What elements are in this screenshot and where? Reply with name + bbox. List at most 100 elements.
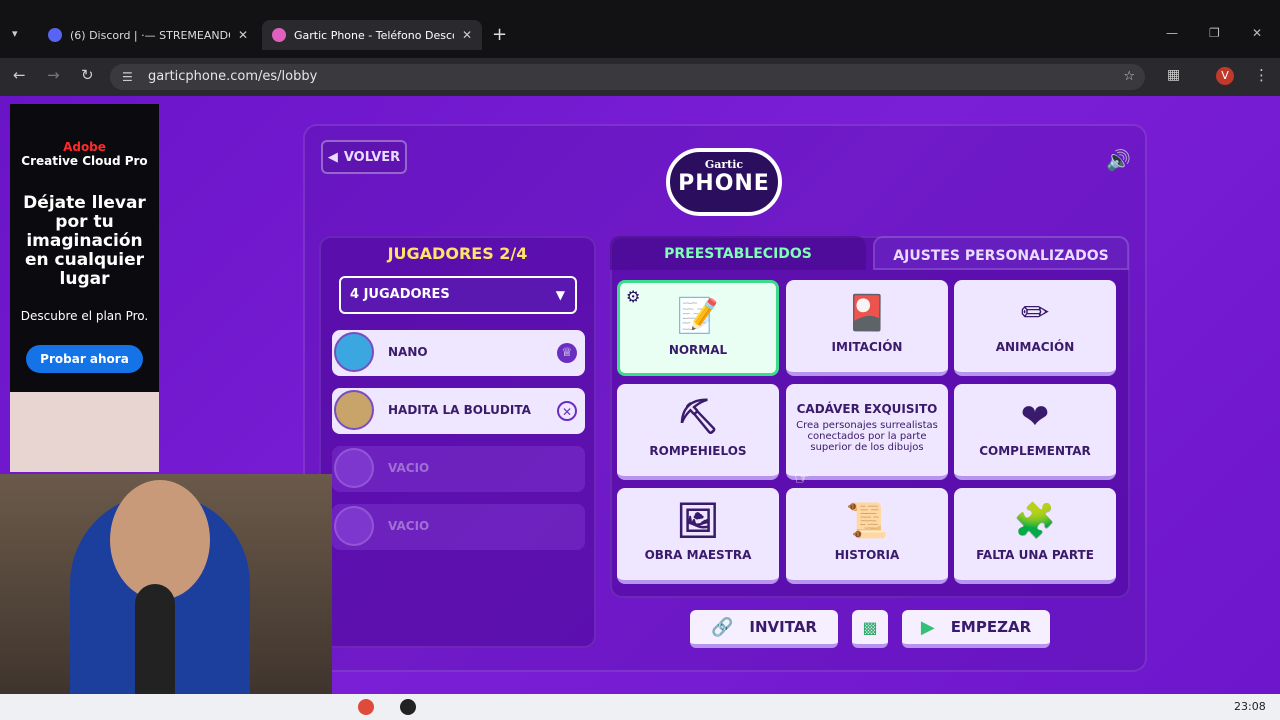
crown-icon: ♕ <box>557 343 577 363</box>
logo-top-text: Gartic <box>704 158 744 171</box>
browser-tab-bar: ▾ (6) Discord | ·— STREMEANDO ✕ Gartic P… <box>0 0 1280 58</box>
gartic-phone-icon <box>272 28 286 42</box>
mode-label: HISTORIA <box>834 548 900 562</box>
players-title: JUGADORES 2/4 <box>387 244 528 263</box>
close-window-icon[interactable]: ✕ <box>1252 26 1262 40</box>
mode-label: ROMPEHIELOS <box>649 444 747 458</box>
qr-code-icon: ▩ <box>862 617 878 637</box>
start-button[interactable]: ▶ EMPEZAR <box>902 610 1050 648</box>
mode-card-animation[interactable]: ✏ ANIMACIÓN <box>954 280 1116 376</box>
reload-icon[interactable]: ↻ <box>81 66 94 84</box>
back-label: VOLVER <box>343 149 401 165</box>
qr-code-button[interactable]: ▩ <box>852 610 888 648</box>
mona-lisa-frame-icon: 🖼 <box>676 501 720 541</box>
mode-card-icebreaker[interactable]: ⛏ ROMPEHIELOS <box>617 384 779 480</box>
pickaxe-ice-icon: ⛏ <box>676 397 720 437</box>
obs-icon[interactable] <box>400 699 416 715</box>
invite-label: INVITAR <box>749 618 817 636</box>
extensions-icon[interactable]: ▦ <box>1167 67 1180 83</box>
tab-list-dropdown[interactable]: ▾ <box>12 27 18 40</box>
ad-headline: Déjate llevar por tu imaginación en cual… <box>23 193 146 289</box>
chevron-down-icon: ▼ <box>555 288 565 302</box>
profile-avatar[interactable]: V <box>1216 67 1234 85</box>
ad-product: Creative Cloud Pro <box>21 154 148 168</box>
player-name: VACIO <box>388 519 430 533</box>
link-icon: 🔗 <box>711 616 734 638</box>
tab-custom-settings[interactable]: AJUSTES PERSONALIZADOS <box>873 236 1129 270</box>
mode-card-missing-piece[interactable]: 🧩 FALTA UNA PARTE <box>954 488 1116 584</box>
back-button[interactable]: ◀ VOLVER <box>321 140 407 174</box>
mode-card-normal[interactable]: ⚙ 📝 NORMAL <box>617 280 779 376</box>
player-row-empty: VACIO <box>332 446 585 492</box>
scroll-quill-icon: 📜 <box>845 501 889 541</box>
ad-image <box>10 392 159 472</box>
notepad-pencil-icon: 📝 <box>676 296 720 336</box>
webcam-overlay <box>0 474 332 720</box>
sound-icon[interactable]: 🔊 <box>1106 148 1131 172</box>
tab-gartic[interactable]: Gartic Phone - Teléfono Descompuesto ✕ <box>262 20 482 50</box>
mode-card-imitation[interactable]: 🎴 IMITACIÓN <box>786 280 948 376</box>
gartic-phone-logo: Gartic PHONE <box>666 148 782 216</box>
chrome-icon[interactable] <box>358 699 374 715</box>
tab-presets[interactable]: PREESTABLECIDOS <box>610 236 866 270</box>
mode-label: FALTA UNA PARTE <box>976 548 1094 562</box>
avatar <box>334 332 374 372</box>
player-name: HADITA LA BOLUDITA <box>388 403 531 417</box>
player-name: VACIO <box>388 461 430 475</box>
minimize-icon[interactable]: — <box>1166 26 1178 40</box>
restore-icon[interactable]: ❐ <box>1209 26 1220 40</box>
bookmark-star-icon[interactable]: ☆ <box>1123 64 1135 90</box>
ad-subtext: Descubre el plan Pro. <box>20 309 149 323</box>
avatar <box>334 448 374 488</box>
puzzle-figure-icon: 🧩 <box>1013 501 1057 541</box>
back-triangle-icon: ◀ <box>327 149 338 165</box>
address-bar-row: ← → ↻ ☰ garticphone.com/es/lobby ☆ ▦ V ⋮ <box>0 58 1280 96</box>
close-tab-icon[interactable]: ✕ <box>462 28 472 42</box>
play-icon: ▶ <box>920 616 935 638</box>
forward-arrow-icon[interactable]: → <box>47 66 60 84</box>
tab-title: Gartic Phone - Teléfono Descompuesto <box>294 28 454 42</box>
mode-description: Crea personajes surrealistas conectados … <box>796 420 938 453</box>
mode-card-complement[interactable]: ❤ COMPLEMENTAR <box>954 384 1116 480</box>
ad-brand: Adobe <box>63 140 106 154</box>
menu-icon[interactable]: ⋮ <box>1254 66 1269 84</box>
tab-title: (6) Discord | ·— STREMEANDO <box>70 28 230 42</box>
taskbar: 23:08 <box>0 694 1280 720</box>
player-row: NANO ♕ <box>332 330 585 376</box>
mouse-cursor-icon: ☞ <box>794 468 811 489</box>
logo-main-text: PHONE <box>678 171 770 196</box>
url-text: garticphone.com/es/lobby <box>148 69 318 84</box>
avatar <box>334 390 374 430</box>
cards-icon: 🎴 <box>845 293 889 333</box>
mode-label: COMPLEMENTAR <box>979 444 1091 458</box>
avatar <box>334 506 374 546</box>
player-row-empty: VACIO <box>332 504 585 550</box>
discord-icon <box>48 28 62 42</box>
player-count-value: 4 JUGADORES <box>350 287 450 302</box>
invite-button[interactable]: 🔗 INVITAR <box>690 610 838 648</box>
site-info-icon[interactable]: ☰ <box>122 64 133 90</box>
streamer-head <box>110 480 210 600</box>
mode-label: OBRA MAESTRA <box>644 548 752 562</box>
player-count-select[interactable]: 4 JUGADORES ▼ <box>339 276 577 314</box>
mode-card-exquisite-corpse[interactable]: CADÁVER EXQUISITO Crea personajes surrea… <box>786 384 948 480</box>
puzzle-heart-icon: ❤ <box>1020 397 1050 437</box>
mode-label: ANIMACIÓN <box>995 340 1075 354</box>
new-tab-button[interactable]: + <box>492 24 507 45</box>
ad-cta-button[interactable]: Probar ahora <box>26 345 143 373</box>
close-icon[interactable]: ✕ <box>557 401 577 421</box>
mode-card-story[interactable]: 📜 HISTORIA <box>786 488 948 584</box>
back-arrow-icon[interactable]: ← <box>13 66 26 84</box>
gear-icon[interactable]: ⚙ <box>626 287 640 306</box>
clock-time: 23:08 <box>1234 700 1266 713</box>
close-tab-icon[interactable]: ✕ <box>238 28 248 42</box>
mode-label: NORMAL <box>668 343 728 357</box>
mode-card-masterpiece[interactable]: 🖼 OBRA MAESTRA <box>617 488 779 584</box>
mode-label: CADÁVER EXQUISITO <box>796 402 938 416</box>
adobe-ad[interactable]: Adobe Creative Cloud Pro Déjate llevar p… <box>10 104 159 392</box>
url-field[interactable]: ☰ garticphone.com/es/lobby ☆ <box>110 64 1145 90</box>
mode-label: IMITACIÓN <box>831 340 903 354</box>
animation-pencil-icon: ✏ <box>1020 293 1050 333</box>
tab-discord[interactable]: (6) Discord | ·— STREMEANDO ✕ <box>38 20 258 50</box>
player-name: NANO <box>388 345 428 359</box>
